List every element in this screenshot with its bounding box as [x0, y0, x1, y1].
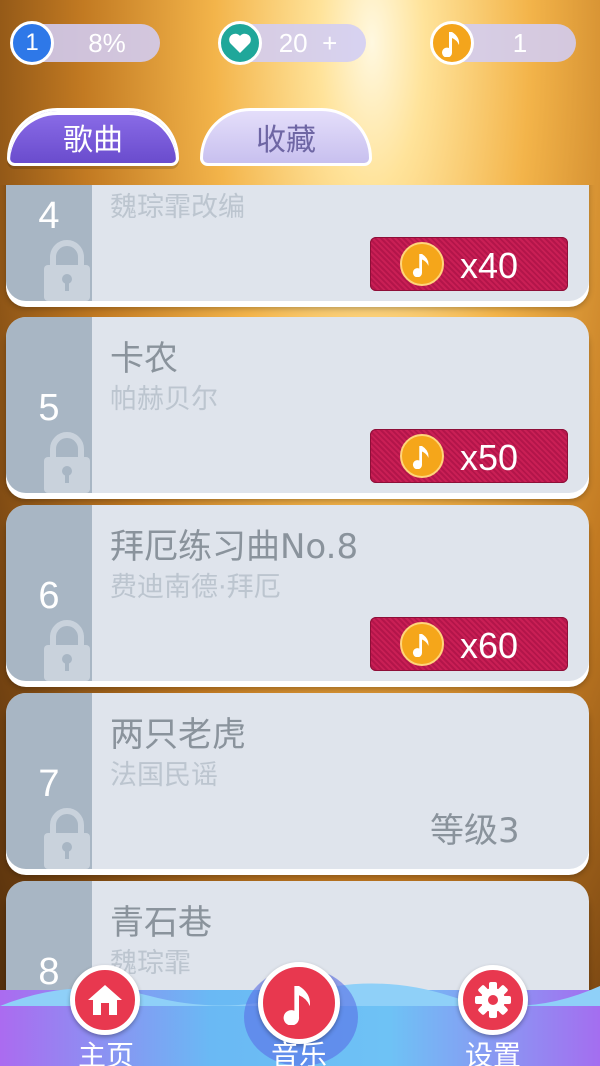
level-requirement: 等级3 [430, 811, 520, 851]
nav-home-label: 主页 [77, 1039, 134, 1066]
list-item[interactable]: 4 魏琮霏改编 x40 [6, 185, 589, 301]
music-note-coin-icon [400, 434, 444, 478]
unlock-price-button[interactable]: x60 [370, 617, 568, 671]
unlock-price-button[interactable]: x50 [370, 429, 568, 483]
lives-count: 20 + [278, 27, 338, 58]
tab-songs[interactable]: 歌曲 [7, 108, 179, 166]
song-title: 拜厄练习曲No.8 [110, 527, 359, 567]
level-progress: 1 8% [10, 21, 160, 65]
lock-icon [44, 240, 90, 301]
song-list[interactable]: 4 魏琮霏改编 x40 5 卡农 帕赫贝尔 x50 6 拜厄练习曲No.8 费迪… [0, 185, 600, 991]
list-item[interactable]: 7 两只老虎 法国民谣 等级3 [6, 693, 589, 869]
unlock-price-button[interactable]: x40 [370, 237, 568, 291]
nav-settings-button[interactable] [458, 965, 528, 1035]
song-title: 青石巷 [110, 903, 212, 943]
song-title: 卡农 [110, 339, 178, 379]
song-number: 6 [38, 575, 60, 617]
tab-favorites[interactable]: 收藏 [200, 108, 372, 166]
coins-counter: 1 [430, 21, 576, 65]
music-note-coin-icon [400, 242, 444, 286]
house-icon [88, 985, 122, 1015]
song-artist: 法国民谣 [110, 760, 218, 791]
price-label: x60 [460, 625, 519, 666]
price-label: x50 [460, 437, 519, 478]
lives-counter[interactable]: 20 + [218, 21, 366, 65]
nav-music-label: 音乐 [270, 1039, 327, 1066]
nav-music-button[interactable] [258, 962, 340, 1044]
song-title: 两只老虎 [110, 715, 246, 755]
song-number: 4 [38, 195, 60, 237]
song-artist: 费迪南德·拜厄 [110, 572, 281, 603]
music-note-coin-icon [400, 622, 444, 666]
price-label: x40 [460, 245, 519, 286]
nav-settings-label: 设置 [464, 1039, 521, 1066]
add-lives-button[interactable]: + [322, 28, 337, 58]
nav-home-button[interactable] [70, 965, 140, 1035]
coins-count: 1 [512, 27, 528, 58]
gear-icon [475, 982, 511, 1018]
lock-icon [44, 808, 90, 869]
lock-icon [44, 620, 90, 681]
level-percent: 8% [88, 27, 126, 58]
list-item[interactable]: 5 卡农 帕赫贝尔 x50 [6, 317, 589, 493]
list-item[interactable]: 6 拜厄练习曲No.8 费迪南德·拜厄 x60 [6, 505, 589, 681]
song-artist: 魏琮霏改编 [110, 192, 245, 223]
music-note-icon [283, 986, 310, 1025]
lock-icon [44, 432, 90, 493]
song-artist: 帕赫贝尔 [110, 384, 218, 415]
song-number: 5 [38, 387, 60, 429]
song-number: 7 [38, 763, 60, 805]
